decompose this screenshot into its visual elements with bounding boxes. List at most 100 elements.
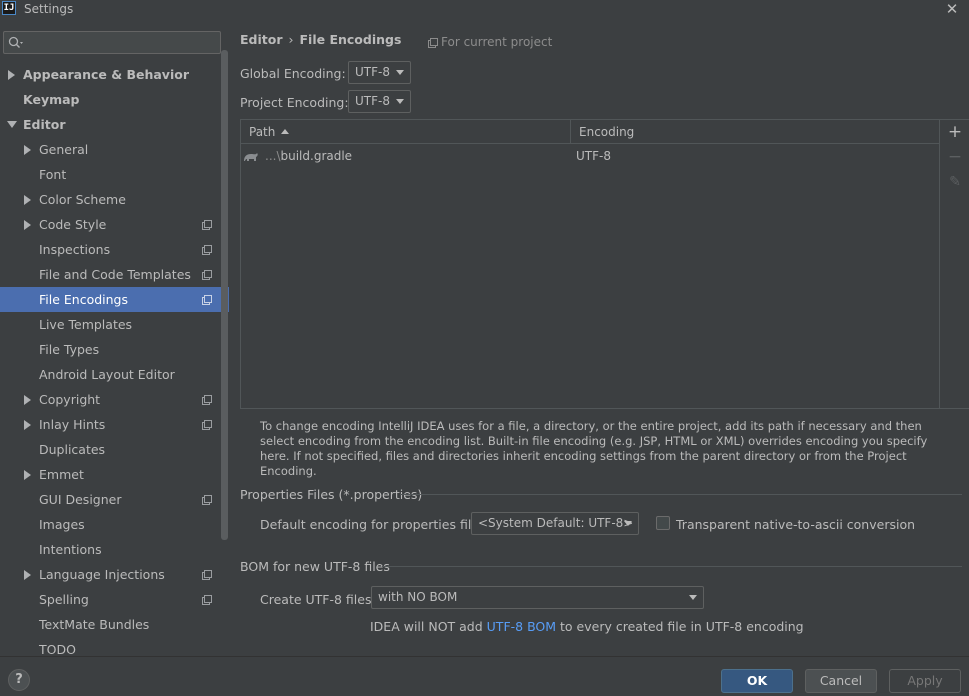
for-current-project-label: For current project [441, 35, 553, 49]
sidebar-item-label: Emmet [39, 467, 84, 482]
sidebar-item-label: GUI Designer [39, 492, 122, 507]
sidebar-item-duplicates[interactable]: Duplicates [0, 437, 229, 462]
global-encoding-select[interactable]: UTF-8 [348, 61, 411, 84]
help-button[interactable]: ? [8, 669, 30, 691]
file-encodings-panel: Editor › File Encodings For current projec… [229, 20, 969, 656]
sidebar-item-live-templates[interactable]: Live Templates [0, 312, 229, 337]
column-header-encoding-label: Encoding [579, 125, 635, 139]
sidebar-item-spelling[interactable]: Spelling [0, 587, 229, 612]
create-utf8-files-select[interactable]: with NO BOM [371, 586, 704, 609]
bom-note-suffix: to every created file in UTF-8 encoding [556, 619, 804, 634]
project-scope-icon [202, 570, 212, 580]
settings-search-box[interactable] [3, 31, 221, 54]
ok-button[interactable]: OK [721, 669, 793, 693]
chevron-right-icon[interactable] [24, 470, 31, 480]
properties-section-title: Properties Files (*.properties) [240, 487, 423, 502]
sidebar-item-label: Inspections [39, 242, 111, 257]
sidebar-item-copyright[interactable]: Copyright [0, 387, 229, 412]
remove-icon[interactable]: − [945, 147, 965, 167]
properties-default-encoding-label: Default encoding for properties files: [260, 517, 490, 532]
chevron-right-icon[interactable] [24, 395, 31, 405]
chevron-down-icon [689, 595, 697, 600]
sidebar-item-font[interactable]: Font [0, 162, 229, 187]
table-row[interactable]: ...\build.gradle UTF-8 [241, 145, 939, 167]
sort-ascending-icon [281, 129, 290, 134]
table-cell-encoding[interactable]: UTF-8 [576, 145, 611, 167]
sidebar-item-code-style[interactable]: Code Style [0, 212, 229, 237]
sidebar-item-file-and-code-templates[interactable]: File and Code Templates [0, 262, 229, 287]
sidebar-item-label: File Encodings [39, 292, 129, 307]
bom-note: IDEA will NOT add UTF-8 BOM to every cre… [370, 619, 804, 634]
breadcrumb-parent: Editor [240, 32, 283, 47]
table-cell-path: ...\build.gradle [243, 145, 569, 167]
transparent-native-to-ascii-label[interactable]: Transparent native-to-ascii conversion [676, 517, 915, 532]
settings-search-input[interactable] [28, 34, 216, 51]
path-filename: build.gradle [280, 149, 353, 163]
sidebar-item-file-encodings[interactable]: File Encodings [0, 287, 229, 312]
project-scope-icon [202, 595, 212, 605]
gradle-elephant-icon [244, 153, 258, 161]
close-icon[interactable]: ✕ [943, 0, 961, 18]
chevron-right-icon[interactable] [24, 220, 31, 230]
sidebar-item-label: TextMate Bundles [39, 617, 150, 632]
sidebar-item-label: Font [39, 167, 67, 182]
sidebar-item-label: Color Scheme [39, 192, 126, 207]
sidebar-item-keymap[interactable]: Keymap [0, 87, 229, 112]
cancel-button[interactable]: Cancel [805, 669, 877, 693]
sidebar-item-intentions[interactable]: Intentions [0, 537, 229, 562]
bom-section-title: BOM for new UTF-8 files [240, 559, 390, 574]
dialog-footer: ? OK Cancel Apply [0, 656, 969, 696]
project-scope-icon [202, 420, 212, 430]
sidebar-item-emmet[interactable]: Emmet [0, 462, 229, 487]
encoding-mapping-table: Path Encoding ...\build.gradle UTF-8 + −… [240, 119, 969, 409]
search-icon [8, 36, 23, 48]
chevron-right-icon[interactable] [24, 195, 31, 205]
apply-button[interactable]: Apply [889, 669, 961, 693]
chevron-right-icon[interactable] [8, 70, 15, 80]
path-prefix: ...\ [265, 149, 281, 163]
sidebar-item-appearance-behavior[interactable]: Appearance & Behavior [0, 62, 229, 87]
sidebar-item-label: Inlay Hints [39, 417, 106, 432]
sidebar-item-general[interactable]: General [0, 137, 229, 162]
column-header-path[interactable]: Path [241, 120, 571, 144]
project-scope-icon [202, 245, 212, 255]
chevron-right-icon[interactable] [24, 570, 31, 580]
utf8-bom-link[interactable]: UTF-8 BOM [487, 619, 556, 634]
sidebar-item-textmate-bundles[interactable]: TextMate Bundles [0, 612, 229, 637]
chevron-right-icon[interactable] [24, 420, 31, 430]
sidebar-item-images[interactable]: Images [0, 512, 229, 537]
table-header: Path Encoding [241, 120, 939, 144]
breadcrumb: Editor › File Encodings [240, 32, 401, 47]
chevron-right-icon[interactable] [24, 145, 31, 155]
transparent-native-to-ascii-checkbox[interactable] [656, 516, 670, 530]
sidebar-item-editor[interactable]: Editor [0, 112, 229, 137]
sidebar-item-file-types[interactable]: File Types [0, 337, 229, 362]
sidebar-item-label: TODO [39, 642, 76, 656]
project-encoding-label: Project Encoding: [240, 95, 349, 110]
properties-section-divider [400, 494, 962, 495]
project-encoding-value: UTF-8 [355, 94, 390, 108]
breadcrumb-separator: › [288, 32, 294, 47]
column-header-encoding[interactable]: Encoding [571, 120, 939, 144]
project-encoding-select[interactable]: UTF-8 [348, 90, 411, 113]
sidebar-item-gui-designer[interactable]: GUI Designer [0, 487, 229, 512]
sidebar-scrollbar[interactable] [221, 50, 228, 540]
sidebar-item-label: Android Layout Editor [39, 367, 175, 382]
sidebar-item-color-scheme[interactable]: Color Scheme [0, 187, 229, 212]
project-scope-icon [202, 295, 212, 305]
sidebar-item-language-injections[interactable]: Language Injections [0, 562, 229, 587]
chevron-down-icon[interactable] [7, 121, 17, 128]
sidebar-item-label: Code Style [39, 217, 107, 232]
edit-icon[interactable]: ✎ [945, 172, 965, 192]
sidebar-item-label: Editor [23, 117, 66, 132]
sidebar-item-inspections[interactable]: Inspections [0, 237, 229, 262]
for-current-project-hint: For current project [428, 35, 552, 49]
sidebar-item-todo[interactable]: TODO [0, 637, 229, 656]
chevron-down-icon [396, 70, 404, 75]
sidebar-item-label: Keymap [23, 92, 80, 107]
properties-default-encoding-select[interactable]: <System Default: UTF-8> [471, 512, 639, 535]
properties-default-encoding-value: <System Default: UTF-8> [478, 516, 634, 530]
add-icon[interactable]: + [945, 122, 965, 142]
sidebar-item-android-layout-editor[interactable]: Android Layout Editor [0, 362, 229, 387]
sidebar-item-inlay-hints[interactable]: Inlay Hints [0, 412, 229, 437]
